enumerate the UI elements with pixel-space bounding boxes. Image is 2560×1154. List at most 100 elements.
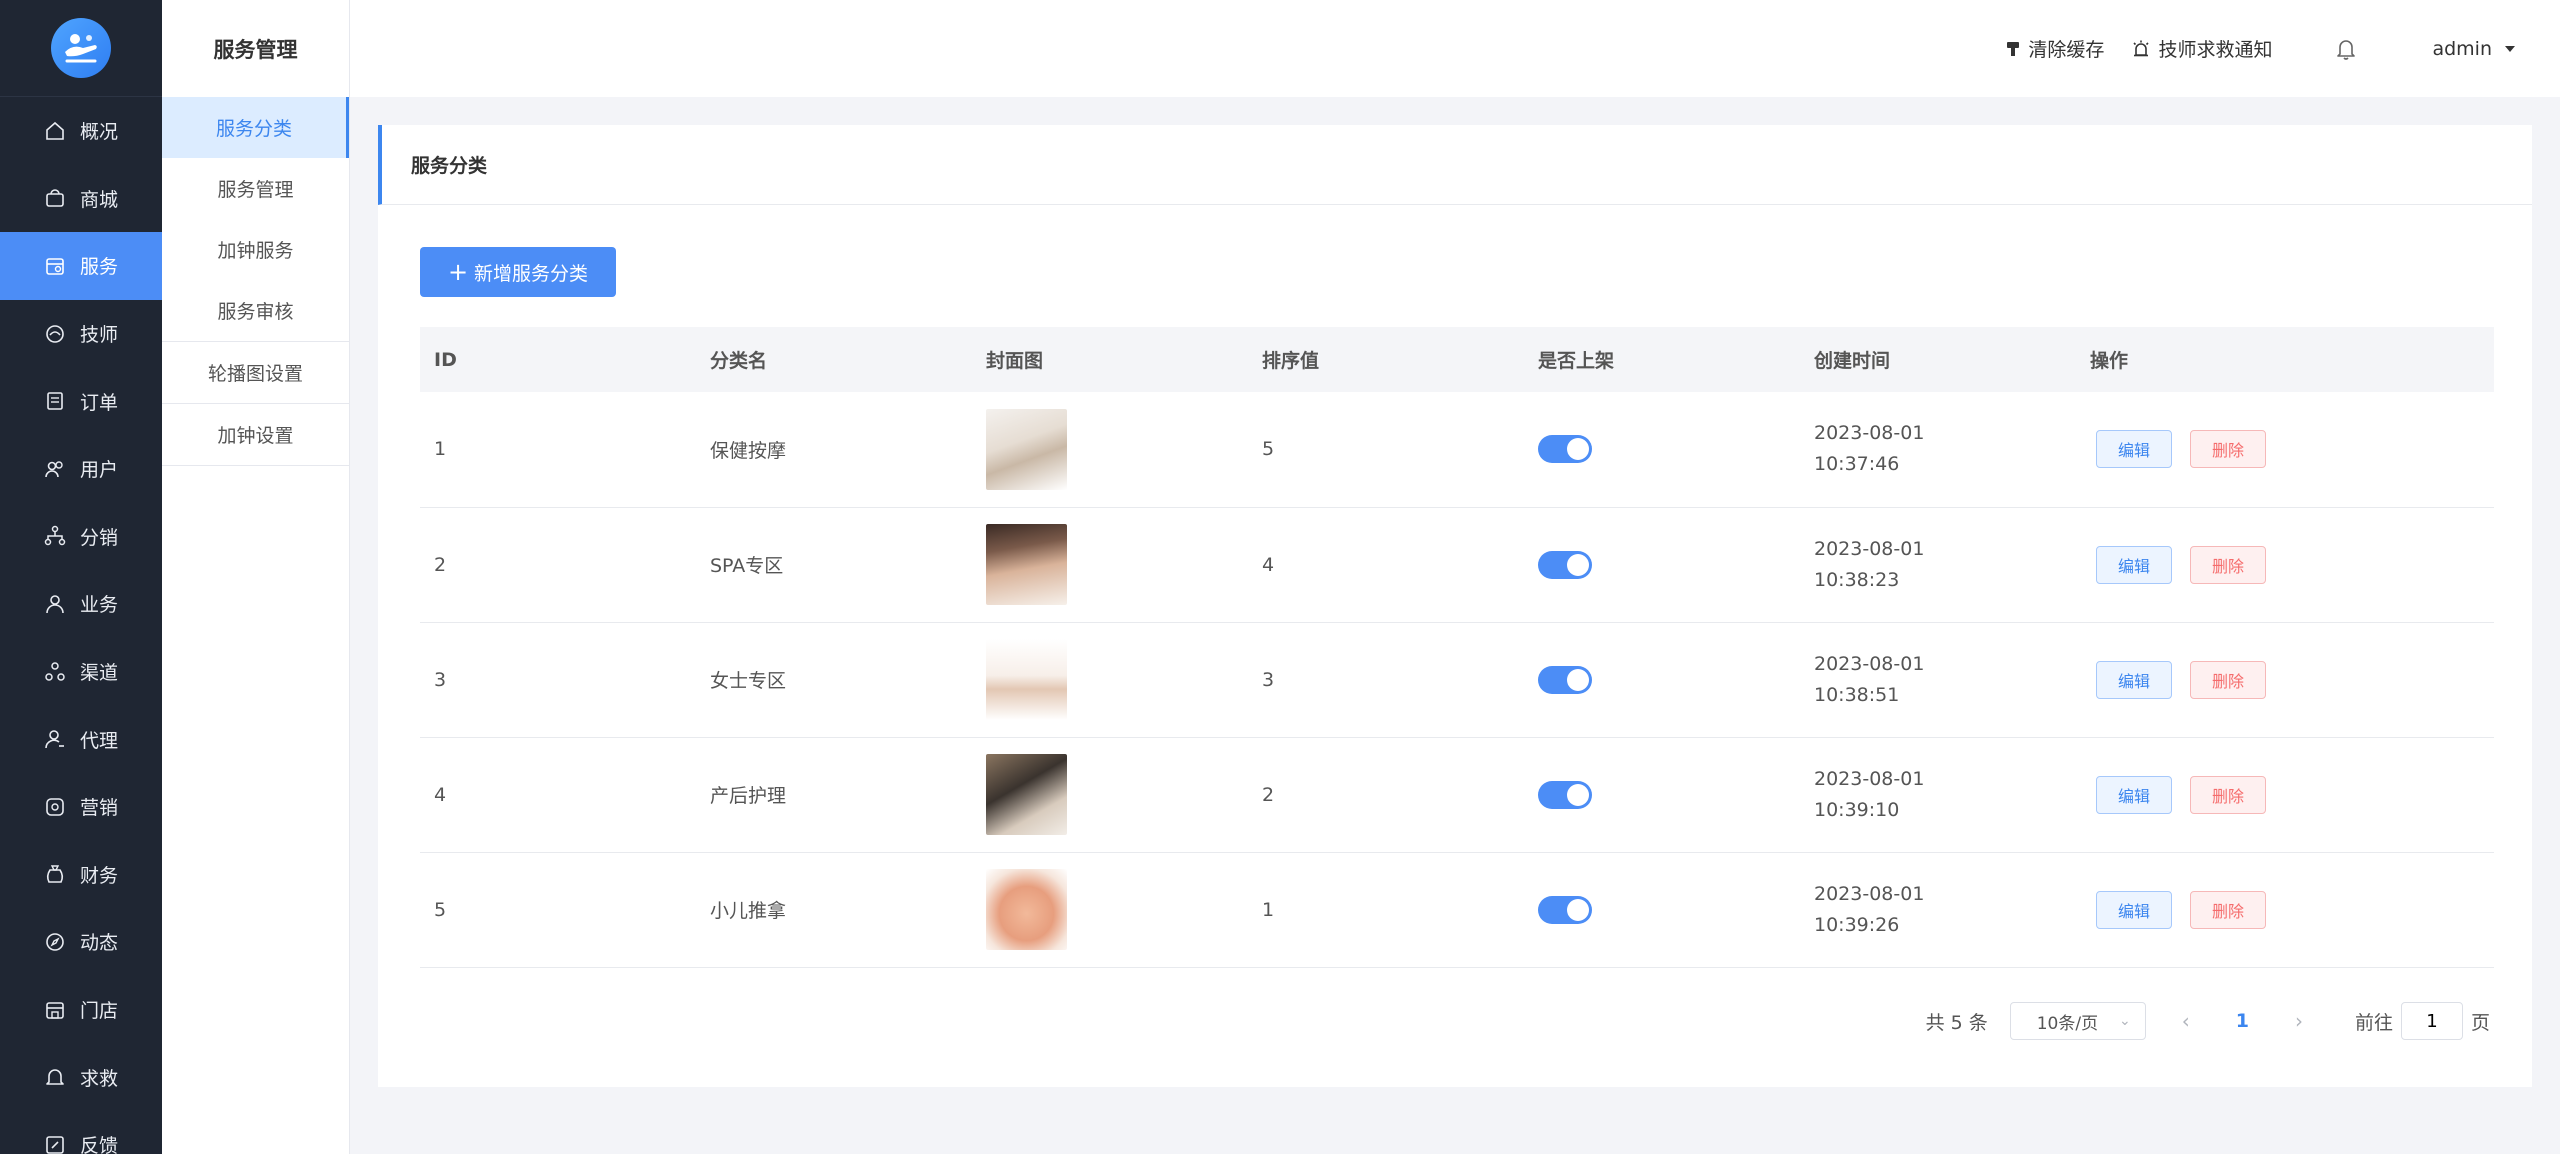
edit-button[interactable]: 编辑 — [2096, 660, 2172, 699]
sidebar-item-label: 分销 — [80, 526, 119, 549]
person-icon — [44, 593, 66, 615]
delete-button[interactable]: 删除 — [2190, 430, 2266, 469]
marketing-icon — [44, 796, 66, 818]
cell-id: 4 — [434, 783, 447, 806]
subnav-item-banner-settings[interactable]: 轮播图设置 — [162, 342, 349, 403]
subnav-item-service-management[interactable]: 服务管理 — [162, 158, 349, 219]
column-header-listed: 是否上架 — [1538, 350, 1615, 372]
main-nav: 概况 商城服务技师订单用户分销业务渠道代理营销财务动态门店 求救反馈 — [0, 97, 162, 1154]
add-service-category-button[interactable]: + 新增服务分类 — [420, 247, 616, 297]
cell-name: 女士专区 — [710, 670, 787, 692]
listed-toggle[interactable] — [1538, 435, 1592, 464]
delete-button[interactable]: 删除 — [2190, 775, 2266, 814]
cover-image[interactable] — [986, 869, 1067, 950]
cell-name: 小儿推拿 — [710, 900, 787, 922]
cover-image[interactable] — [986, 754, 1067, 835]
shopping-bag-icon — [44, 187, 66, 209]
clear-cache-button[interactable]: 清除缓存 — [2006, 35, 2104, 62]
store-icon — [44, 999, 66, 1021]
created-date: 2023-08-01 — [1814, 537, 1925, 560]
column-header-cover: 封面图 — [986, 350, 1044, 372]
sidebar-item-10[interactable]: 营销 — [0, 773, 162, 841]
cover-image[interactable] — [986, 408, 1067, 490]
sidebar-item-4[interactable]: 订单 — [0, 367, 162, 435]
sidebar-item-12[interactable]: 动态 — [0, 908, 162, 976]
cover-image[interactable] — [986, 639, 1067, 720]
cell-listed — [1524, 737, 1800, 852]
user-menu[interactable]: admin — [2432, 38, 2516, 60]
hierarchy-icon — [44, 525, 66, 547]
goto-prefix: 前往 — [2354, 1011, 2393, 1034]
delete-button[interactable]: 删除 — [2190, 660, 2266, 699]
cell-name: 保健按摩 — [710, 439, 787, 462]
sidebar-item-label: 用户 — [80, 459, 119, 482]
massage-icon — [44, 323, 66, 345]
compass-icon — [44, 931, 66, 953]
broom-icon — [2007, 41, 2020, 56]
edit-button[interactable]: 编辑 — [2096, 545, 2172, 584]
edit-button[interactable]: 编辑 — [2096, 775, 2172, 814]
sidebar-item-5[interactable]: 用户 — [0, 435, 162, 503]
sidebar-item-2[interactable]: 服务 — [0, 232, 162, 300]
card-title: 服务分类 — [378, 125, 2532, 205]
listed-toggle[interactable] — [1538, 665, 1592, 694]
column-header-id: ID — [434, 348, 457, 371]
notification-bell-button[interactable] — [2336, 38, 2364, 60]
created-time: 10:39:26 — [1814, 913, 1900, 936]
sidebar-item-0[interactable]: 概况 — [0, 97, 162, 165]
subnav-title: 服务管理 — [213, 37, 298, 62]
next-page-icon[interactable]: › — [2295, 1009, 2303, 1033]
cell-actions: 编辑 删除 — [2076, 622, 2494, 737]
sidebar-item-8[interactable]: 渠道 — [0, 638, 162, 706]
subnav-item-service-review[interactable]: 服务审核 — [162, 280, 349, 341]
cell-created: 2023-08-01 10:38:23 — [1800, 507, 2076, 622]
sidebar-item-1[interactable]: 商城 — [0, 165, 162, 233]
cell-listed — [1524, 392, 1800, 507]
cell-sort: 1 — [1262, 898, 1275, 921]
sidebar-item-14[interactable]: 求救 — [0, 1043, 162, 1111]
listed-toggle[interactable] — [1538, 895, 1592, 924]
sidebar-item-label: 业务 — [80, 594, 119, 617]
goto-page-input[interactable] — [2400, 1002, 2463, 1040]
edit-button[interactable]: 编辑 — [2096, 430, 2172, 469]
subnav-item-overtime-settings[interactable]: 加钟设置 — [162, 404, 349, 465]
cell-name: 产后护理 — [710, 785, 787, 807]
sidebar-item-15[interactable]: 反馈 — [0, 1111, 162, 1154]
category-table: ID 分类名 封面图 排序值 是否上架 创建时间 操作 1 保健按摩 5 2023-0… — [420, 327, 2494, 968]
bell-icon — [44, 1066, 66, 1088]
page-size-select[interactable]: 10条/页 ⌄ — [2009, 1002, 2146, 1040]
sidebar-item-13[interactable]: 门店 — [0, 976, 162, 1044]
sos-notice-button[interactable]: 技师求救通知 — [2132, 35, 2272, 62]
sidebar-item-label: 技师 — [80, 324, 119, 347]
cover-image[interactable] — [986, 524, 1067, 605]
sidebar-item-label: 渠道 — [80, 662, 119, 685]
prev-page-icon[interactable]: ‹ — [2182, 1009, 2190, 1033]
sidebar-item-label: 财务 — [80, 864, 119, 887]
agent-icon — [44, 728, 66, 750]
edit-button[interactable]: 编辑 — [2096, 890, 2172, 929]
cell-cover — [972, 737, 1248, 852]
sidebar-item-label: 代理 — [80, 729, 119, 752]
sidebar-item-7[interactable]: 业务 — [0, 570, 162, 638]
page-number-current[interactable]: 1 — [2236, 1010, 2249, 1032]
listed-toggle[interactable] — [1538, 550, 1592, 579]
logo[interactable] — [51, 18, 111, 78]
sidebar-item-9[interactable]: 代理 — [0, 705, 162, 773]
subnav-item-service-category[interactable]: 服务分类 — [162, 97, 349, 158]
listed-toggle[interactable] — [1538, 780, 1592, 809]
sidebar-item-label: 动态 — [80, 932, 119, 955]
column-header-sort: 排序值 — [1262, 350, 1320, 372]
sidebar-item-3[interactable]: 技师 — [0, 300, 162, 368]
delete-button[interactable]: 删除 — [2190, 890, 2266, 929]
delete-button[interactable]: 删除 — [2190, 545, 2266, 584]
sidebar-item-11[interactable]: 财务 — [0, 841, 162, 909]
created-time: 10:38:51 — [1814, 683, 1900, 706]
sidebar-item-6[interactable]: 分销 — [0, 503, 162, 571]
caret-down-icon — [2505, 45, 2515, 52]
sidebar-item-label: 订单 — [80, 391, 119, 414]
sidebar-item-label: 反馈 — [80, 1135, 119, 1154]
subnav-item-overtime-service[interactable]: 加钟服务 — [162, 219, 349, 280]
table-header-row: ID 分类名 封面图 排序值 是否上架 创建时间 操作 — [420, 327, 2494, 392]
sidebar-item-label: 服务 — [80, 256, 119, 279]
created-date: 2023-08-01 — [1814, 652, 1925, 675]
